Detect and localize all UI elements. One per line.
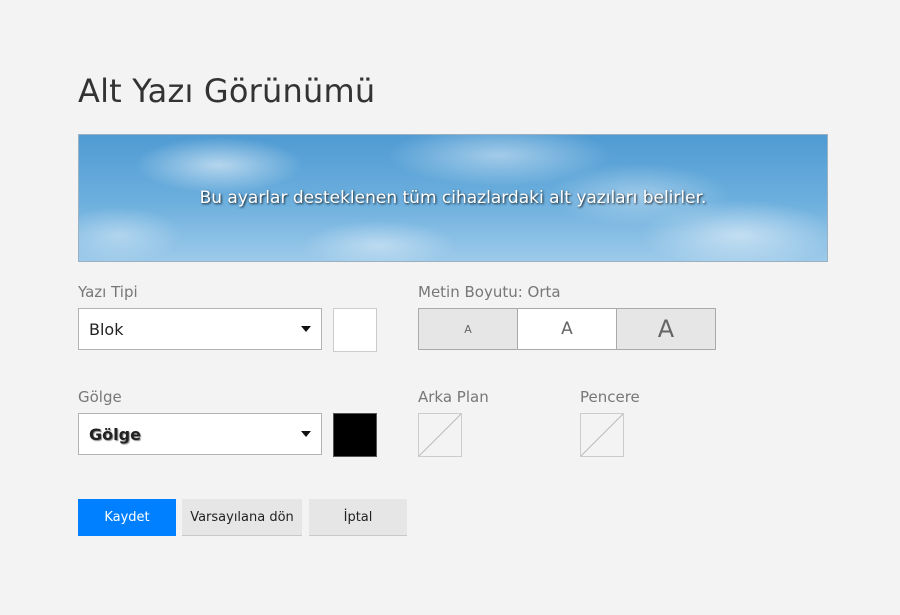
background-label: Arka Plan (418, 388, 489, 406)
text-size-medium-button[interactable]: A (518, 309, 617, 349)
text-size-label: Metin Boyutu: Orta (418, 283, 561, 301)
shadow-select[interactable]: Gölge (78, 413, 322, 455)
reset-default-button[interactable]: Varsayılana dön (182, 499, 302, 536)
window-color-swatch[interactable] (580, 413, 624, 457)
shadow-label: Gölge (78, 388, 122, 406)
subtitle-preview: Bu ayarlar desteklenen tüm cihazlardaki … (78, 134, 828, 262)
background-color-swatch[interactable] (418, 413, 462, 457)
page-title: Alt Yazı Görünümü (78, 72, 376, 110)
font-select[interactable]: Blok (78, 308, 322, 350)
no-color-icon (418, 413, 462, 457)
text-size-large-button[interactable]: A (617, 309, 715, 349)
font-label: Yazı Tipi (78, 283, 138, 301)
shadow-select-value: Gölge (89, 424, 141, 444)
font-color-swatch[interactable] (333, 308, 377, 352)
save-button[interactable]: Kaydet (78, 499, 176, 536)
cancel-button[interactable]: İptal (309, 499, 407, 536)
preview-text: Bu ayarlar desteklenen tüm cihazlardaki … (199, 188, 707, 208)
shadow-color-swatch[interactable] (333, 413, 377, 457)
font-select-value: Blok (89, 319, 124, 339)
chevron-down-icon (301, 326, 311, 332)
chevron-down-icon (301, 431, 311, 437)
window-label: Pencere (580, 388, 640, 406)
no-color-icon (580, 413, 624, 457)
text-size-small-button[interactable]: A (419, 309, 518, 349)
text-size-selector: A A A (418, 308, 716, 350)
